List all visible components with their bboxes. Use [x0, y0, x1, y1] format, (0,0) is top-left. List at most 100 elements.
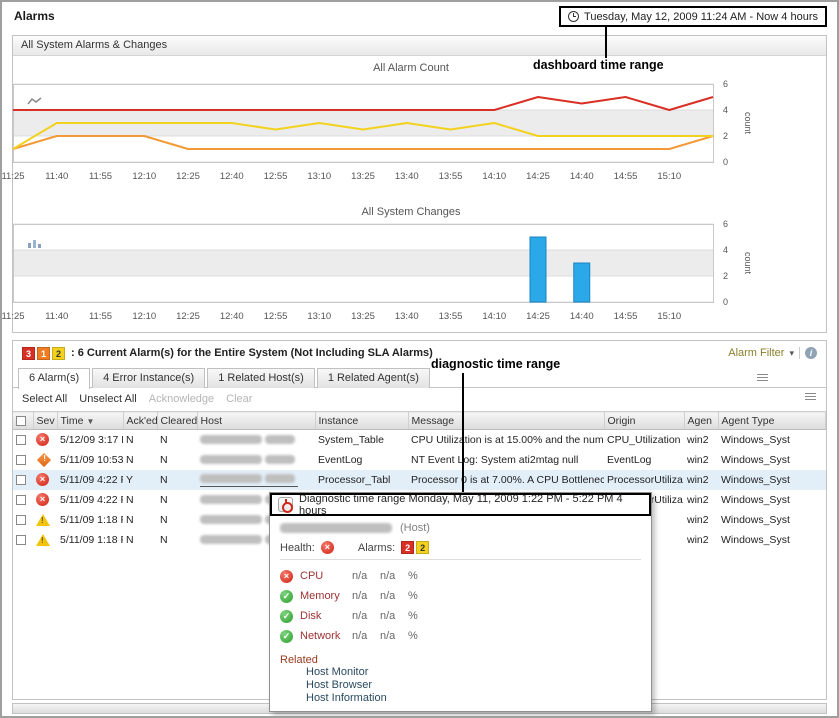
tooltip-header: Diagnostic time range Monday, May 11, 20…: [270, 493, 651, 516]
alarm-row[interactable]: 5/12/09 3:17 PNNSystem_TableCPU Utilizat…: [13, 430, 826, 450]
col-header-cleared[interactable]: Cleared: [157, 412, 197, 430]
x-tick-label: 12:55: [264, 311, 288, 322]
metric-value: n/a: [380, 590, 408, 602]
x-tick-label: 12:10: [132, 311, 156, 322]
tab-4-error-instance-s[interactable]: 4 Error Instance(s): [92, 368, 205, 388]
cell-message: NT Event Log: System ati2mtag null: [408, 450, 604, 470]
annotation-diagnostic-time-range: diagnostic time range: [431, 357, 560, 371]
clear-button[interactable]: Clear: [226, 393, 252, 405]
cell-severity: [33, 490, 57, 510]
annotation-connector-line: [462, 373, 464, 492]
col-header-agen[interactable]: Agen: [684, 412, 718, 430]
dashboard-time-range[interactable]: Tuesday, May 12, 2009 11:24 AM - Now 4 h…: [559, 6, 827, 27]
alarms-dashboard: Alarms Tuesday, May 12, 2009 11:24 AM - …: [0, 0, 839, 718]
alarm-count-badge: 1: [37, 347, 50, 360]
alarm-count-chart: 0246count11:2511:4011:5512:1012:2512:401…: [13, 84, 775, 184]
tab-1-related-host-s[interactable]: 1 Related Host(s): [207, 368, 315, 388]
cell-time: 5/11/09 1:18 P: [57, 530, 123, 550]
tab-1-related-agent-s[interactable]: 1 Related Agent(s): [317, 368, 430, 388]
x-tick-label: 12:10: [132, 171, 156, 182]
charts-panel-header: All System Alarms & Changes: [13, 36, 826, 56]
row-checkbox[interactable]: [16, 455, 26, 465]
cell-message: CPU Utilization is at 15.00% and the num…: [408, 430, 604, 450]
metric-cpu-link[interactable]: CPU: [300, 570, 352, 582]
x-tick-label: 14:25: [526, 311, 550, 322]
redacted-host: [200, 454, 298, 466]
x-tick-label: 14:40: [570, 171, 594, 182]
row-checkbox[interactable]: [16, 435, 26, 445]
cell-checkbox: [13, 430, 33, 450]
metric-value: n/a: [352, 570, 380, 582]
row-checkbox[interactable]: [16, 495, 26, 505]
col-header-agent-type[interactable]: Agent Type: [718, 412, 826, 430]
col-header-origin[interactable]: Origin: [604, 412, 684, 430]
select-all-button[interactable]: Select All: [22, 393, 67, 405]
host-monitor-link[interactable]: Host Monitor: [306, 666, 641, 679]
alarm-summary-row: 312 : 6 Current Alarm(s) for the Entire …: [13, 341, 826, 365]
alarm-row[interactable]: 5/11/09 4:22 PYNProcessor_TablProcessor …: [13, 470, 826, 490]
metric-value: n/a: [352, 610, 380, 622]
metric-network-link[interactable]: Network: [300, 630, 352, 642]
cell-checkbox: [13, 490, 33, 510]
tab-6-alarm-s[interactable]: 6 Alarm(s): [18, 368, 90, 389]
power-icon[interactable]: [278, 497, 293, 512]
chevron-down-icon[interactable]: ▾: [789, 348, 794, 359]
alarm-summary-text: : 6 Current Alarm(s) for the Entire Syst…: [71, 347, 433, 359]
row-checkbox[interactable]: [16, 515, 26, 525]
col-header-sev[interactable]: Sev: [33, 412, 57, 430]
metric-memory-link[interactable]: Memory: [300, 590, 352, 602]
annotation-dashboard-time-range: dashboard time range: [533, 58, 664, 72]
cell-time: 5/11/09 4:22 P: [57, 490, 123, 510]
col-header-ack-ed[interactable]: Ack'ed: [123, 412, 157, 430]
tooltip-body: (Host) Health: Alarms: 22 CPUn/an/a%Memo…: [270, 516, 651, 705]
redacted-host: [200, 434, 298, 446]
alarm-filter-button[interactable]: Alarm Filter: [728, 347, 784, 359]
cell-checkbox: [13, 530, 33, 550]
cell-host: [197, 430, 315, 450]
x-tick-label: 11:25: [1, 311, 24, 322]
metric-unit: %: [408, 630, 418, 642]
severity-critical-icon: [37, 453, 51, 467]
metric-disk-link[interactable]: Disk: [300, 610, 352, 622]
unselect-all-button[interactable]: Unselect All: [79, 393, 136, 405]
x-tick-label: 11:55: [89, 171, 112, 182]
page-title: Alarms: [14, 9, 55, 23]
cell-time: 5/11/09 10:53: [57, 450, 123, 470]
x-tick-label: 14:25: [526, 171, 550, 182]
metric-value: n/a: [352, 590, 380, 602]
col-header-message[interactable]: Message: [408, 412, 604, 430]
redacted-host-link[interactable]: [200, 473, 298, 487]
cell-agent-type: Windows_Syst: [718, 530, 826, 550]
x-tick-label: 15:10: [657, 171, 681, 182]
tab-bar: 6 Alarm(s)4 Error Instance(s)1 Related H…: [18, 365, 432, 388]
cell-severity: [33, 470, 57, 490]
tab-options-icon[interactable]: [757, 374, 768, 383]
x-tick-label: 14:10: [482, 171, 506, 182]
svg-text:count: count: [743, 252, 753, 275]
cell-origin: EventLog: [604, 450, 684, 470]
annotation-connector-line: [605, 27, 607, 58]
host-browser-link[interactable]: Host Browser: [306, 679, 641, 692]
x-tick-label: 14:40: [570, 311, 594, 322]
row-checkbox[interactable]: [16, 475, 26, 485]
alarm-row[interactable]: 5/11/09 10:53NNEventLogNT Event Log: Sys…: [13, 450, 826, 470]
table-customizer-icon[interactable]: [805, 393, 816, 402]
host-information-link[interactable]: Host Information: [306, 692, 641, 705]
col-header-instance[interactable]: Instance: [315, 412, 408, 430]
cell-agent-type: Windows_Syst: [718, 450, 826, 470]
table-header-row: SevTime▼Ack'edClearedHostInstanceMessage…: [13, 412, 826, 430]
col-header-host[interactable]: Host: [197, 412, 315, 430]
cell-cleared: N: [157, 530, 197, 550]
cell-acked: N: [123, 510, 157, 530]
info-icon[interactable]: i: [805, 347, 817, 359]
acknowledge-button[interactable]: Acknowledge: [149, 393, 214, 405]
cell-agent: win2: [684, 430, 718, 450]
select-all-checkbox[interactable]: [16, 416, 26, 426]
col-header-time[interactable]: Time▼: [57, 412, 123, 430]
row-checkbox[interactable]: [16, 535, 26, 545]
toolbar-buttons: Select All Unselect All Acknowledge Clear: [22, 393, 252, 405]
related-links: Host MonitorHost BrowserHost Information: [280, 666, 641, 705]
cell-acked: N: [123, 430, 157, 450]
tooltip-health-row: Health: Alarms: 22: [280, 541, 641, 554]
normal-status-icon: [280, 590, 293, 603]
